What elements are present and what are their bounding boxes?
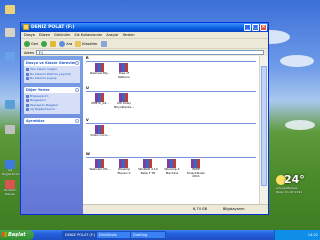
menu-help[interactable]: Yardım xyxy=(123,32,135,38)
group-header: U xyxy=(86,86,89,90)
winrar-archive-icon xyxy=(95,93,105,102)
file-item[interactable]: UHBYC_02... xyxy=(89,93,111,106)
window-titlebar[interactable]: DENIZ POLAT (F:) _ □ × xyxy=(21,23,268,32)
file-item[interactable]: Webcam Mo... xyxy=(89,159,111,172)
folder-up-icon xyxy=(50,40,57,47)
file-item[interactable]: WWE SmackDown 2011 xyxy=(185,159,207,179)
start-button[interactable]: Başlat xyxy=(0,230,34,240)
desktop-icon[interactable] xyxy=(2,52,18,61)
close-button[interactable]: × xyxy=(260,24,267,31)
vertical-scrollbar[interactable] xyxy=(259,56,268,204)
panel-header[interactable]: Dosya ve Klasör Görevleri xyxy=(24,60,80,66)
program-icon xyxy=(5,125,15,134)
file-item[interactable]: Winamp Eleven X xyxy=(113,159,135,175)
file-item[interactable]: WinRAR 4.10 Beta 3 TR xyxy=(137,159,159,175)
winrar-archive-icon xyxy=(143,159,153,168)
network-icon xyxy=(5,52,15,61)
status-location: Bilgisayarım xyxy=(223,207,245,211)
clock[interactable]: 14:22 xyxy=(308,233,318,237)
desktop-icon[interactable]: Ağ Bağlantılarım xyxy=(2,160,22,176)
panel-link[interactable]: Ağ Bağlantılarım xyxy=(24,107,80,112)
program-icon xyxy=(5,100,15,109)
winrar-archive-icon xyxy=(191,159,201,168)
forward-button[interactable] xyxy=(41,40,48,47)
group-header: W xyxy=(86,152,90,156)
group-divider xyxy=(86,123,256,124)
menubar: Dosya Düzen Görünüm Sık Kullanılanlar Ar… xyxy=(21,32,268,39)
group-header: R xyxy=(86,56,89,60)
group-divider xyxy=(86,157,256,158)
panel-other-places: Diğer Yerler Bilgisayarım Belgelerim Pay… xyxy=(24,86,80,114)
views-icon xyxy=(100,40,107,47)
panel-link[interactable]: Bu klasörü paylaş xyxy=(24,76,80,81)
folders-button[interactable]: Klasörler xyxy=(75,40,98,47)
address-label: Adres xyxy=(24,50,34,55)
winrar-archive-icon xyxy=(95,159,105,168)
address-input[interactable]: F:\ xyxy=(35,50,264,55)
scrollbar-thumb[interactable] xyxy=(261,66,267,186)
desktop-icon[interactable] xyxy=(2,125,18,134)
panel-header[interactable]: Ayrıntılar xyxy=(24,117,80,124)
winrar-archive-icon xyxy=(119,63,129,72)
explorer-window: DENIZ POLAT (F:) _ □ × Dosya Düzen Görün… xyxy=(20,22,269,215)
taskbar: Başlat DENIZ POLAT (F:) DinkShots Drafti… xyxy=(0,230,320,240)
file-item[interactable]: Rise of Nations xyxy=(113,63,135,79)
folders-icon xyxy=(75,40,82,47)
cloud xyxy=(285,120,315,130)
winrar-archive-icon xyxy=(95,125,105,134)
group-divider xyxy=(86,61,256,62)
winrar-archive-icon xyxy=(167,159,177,168)
weather-date: Pazar 01.07.2011 xyxy=(276,190,303,194)
status-size: 6,74 GB xyxy=(193,207,208,211)
menu-file[interactable]: Dosya xyxy=(24,32,35,38)
desktop-icon[interactable]: Denetim Masası xyxy=(2,180,18,196)
file-item[interactable]: Winamp 4 Machine xyxy=(161,159,183,175)
search-icon xyxy=(59,40,66,47)
drive-icon xyxy=(23,24,29,30)
cloud xyxy=(280,55,314,67)
windows-logo-icon xyxy=(2,232,7,237)
group-divider xyxy=(86,91,256,92)
desktop-icon[interactable] xyxy=(2,5,18,14)
desktop-icon[interactable] xyxy=(2,100,18,109)
desktop-icon[interactable] xyxy=(2,28,18,37)
back-arrow-icon xyxy=(24,40,30,47)
computer-icon xyxy=(5,28,15,37)
maximize-button[interactable]: □ xyxy=(252,24,259,31)
system-tray: 14:22 xyxy=(274,230,320,240)
taskbar-item[interactable]: DinkShots xyxy=(96,231,132,239)
file-list: R Razovar-My... Rise of Nations U UHBYC_… xyxy=(83,56,262,204)
group-header: V xyxy=(86,118,89,122)
panel-header[interactable]: Diğer Yerler xyxy=(24,86,80,93)
file-item[interactable]: Ulti Koley Büyüklerde... xyxy=(113,93,135,109)
folder-icon xyxy=(5,5,15,14)
search-button[interactable]: Ara xyxy=(59,40,72,47)
panel-details: Ayrıntılar xyxy=(24,117,80,124)
winrar-archive-icon xyxy=(119,159,129,168)
forward-arrow-icon xyxy=(41,40,48,47)
status-bar: 6,74 GB Bilgisayarım xyxy=(83,204,268,214)
menu-edit[interactable]: Düzen xyxy=(39,32,50,38)
window-title: DENIZ POLAT (F:) xyxy=(31,25,75,30)
winrar-archive-icon xyxy=(95,63,105,72)
weather-temperature: 24° xyxy=(284,173,305,186)
chevron-up-icon[interactable] xyxy=(75,61,79,65)
chevron-up-icon[interactable] xyxy=(75,87,79,92)
up-button[interactable] xyxy=(50,40,57,47)
file-item[interactable]: Video Conv... xyxy=(89,125,111,138)
toolbar: Geri Ara Klasörler xyxy=(21,39,268,49)
views-button[interactable] xyxy=(100,40,107,47)
panel-file-tasks: Dosya ve Klasör Görevleri Yeni klasör ol… xyxy=(24,60,80,83)
file-item[interactable]: Razovar-My... xyxy=(89,63,111,76)
minimize-button[interactable]: _ xyxy=(244,24,251,31)
taskbar-item[interactable]: Drafting xyxy=(130,231,166,239)
task-pane: Dosya ve Klasör Görevleri Yeni klasör ol… xyxy=(21,56,83,214)
menu-favorites[interactable]: Sık Kullanılanlar xyxy=(74,32,102,38)
chevron-down-icon[interactable] xyxy=(75,118,79,123)
back-button[interactable]: Geri xyxy=(24,40,38,47)
winrar-archive-icon xyxy=(119,93,129,102)
menu-tools[interactable]: Araçlar xyxy=(106,32,118,38)
menu-view[interactable]: Görünüm xyxy=(54,32,70,38)
